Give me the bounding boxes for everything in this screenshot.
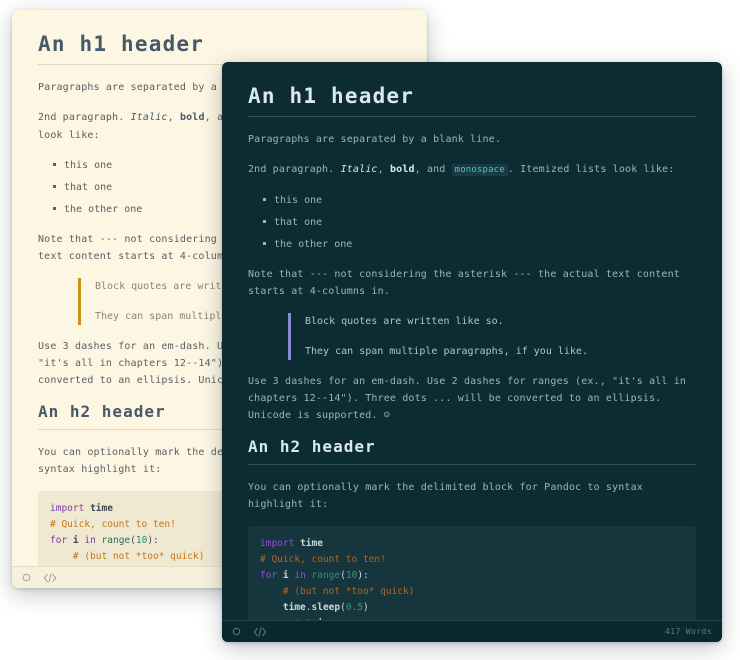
italic-text: Italic <box>130 112 168 123</box>
code-token: i <box>277 570 295 581</box>
code-token: 10 <box>135 535 148 546</box>
bold-text: bold <box>179 112 205 123</box>
blockquote-paragraph: Block quotes are written like so. <box>305 316 504 327</box>
circle-icon[interactable] <box>22 573 31 582</box>
code-token: for <box>50 535 68 546</box>
code-token: import <box>50 503 85 514</box>
para2-sep1: , <box>167 112 180 123</box>
heading-rule <box>248 464 696 465</box>
code-token: range <box>101 535 131 546</box>
paragraph-2: 2nd paragraph. Italic, bold, and monospa… <box>248 161 696 179</box>
screenshot-stage: An h1 header Paragraphs are separated by… <box>0 0 740 660</box>
para2-lead: 2nd paragraph. <box>38 112 131 123</box>
code-brackets-icon[interactable] <box>253 626 267 637</box>
code-token: ) <box>363 602 369 613</box>
blockquote: Block quotes are written like so. They c… <box>288 313 696 360</box>
h2-heading: An h2 header <box>248 437 376 456</box>
code-token: time <box>300 538 323 549</box>
code-token: time <box>282 602 306 613</box>
para2-sep2: , and <box>414 164 452 175</box>
h1-heading: An h1 header <box>38 32 205 56</box>
blockquote-paragraph: They can span multiple paragraphs, if yo… <box>305 346 588 357</box>
code-token: 10 <box>345 570 358 581</box>
itemized-list: this one that one the other one <box>248 192 696 253</box>
bold-text: bold <box>389 164 415 175</box>
code-token: ): <box>357 570 369 581</box>
para2-tail: . Itemized lists look like: <box>507 164 675 175</box>
para2-sep1: , <box>377 164 390 175</box>
code-token: in <box>294 570 306 581</box>
blockquote-wrapper: Block quotes are written like so. They c… <box>248 313 696 360</box>
document-body-dark: An h1 header Paragraphs are separated by… <box>222 62 722 620</box>
code-token: i <box>67 535 85 546</box>
code-token: # Quick, count to ten! <box>260 554 386 565</box>
inline-code: monospace <box>451 164 508 176</box>
code-token: # (but not *too* quick) <box>50 551 205 562</box>
code-block: import time # Quick, count to ten! for i… <box>248 526 696 620</box>
code-token: sleep <box>311 602 341 613</box>
italic-text: Italic <box>340 164 378 175</box>
code-token: ): <box>147 535 159 546</box>
list-item: this one <box>263 192 696 209</box>
status-bar-dark: 417 Words <box>222 620 722 642</box>
status-bar-left <box>232 626 267 637</box>
code-token: for <box>260 570 278 581</box>
paragraph-4: Use 3 dashes for an em-dash. Use 2 dashe… <box>248 376 687 421</box>
code-token: 0.5 <box>345 602 364 613</box>
code-token: in <box>84 535 96 546</box>
heading-rule <box>248 116 696 117</box>
code-token: import <box>260 538 295 549</box>
code-token: range <box>311 570 341 581</box>
circle-icon[interactable] <box>232 627 241 636</box>
para2-lead: 2nd paragraph. <box>248 164 341 175</box>
paragraph-1: Paragraphs are separated by a blank line… <box>248 134 501 145</box>
markdown-preview-window-dark[interactable]: An h1 header Paragraphs are separated by… <box>222 62 722 642</box>
status-bar-left <box>22 572 57 583</box>
code-brackets-icon[interactable] <box>43 572 57 583</box>
word-count-dark: 417 Words <box>665 627 712 636</box>
paragraph-3: Note that --- not considering the asteri… <box>248 269 680 297</box>
paragraph-5: You can optionally mark the delimited bl… <box>248 482 643 510</box>
code-token: # Quick, count to ten! <box>50 519 176 530</box>
list-item: the other one <box>263 236 696 253</box>
h1-heading: An h1 header <box>248 84 415 108</box>
list-item: that one <box>263 214 696 231</box>
code-token: time <box>90 503 113 514</box>
code-token: # (but not *too* quick) <box>260 586 415 597</box>
